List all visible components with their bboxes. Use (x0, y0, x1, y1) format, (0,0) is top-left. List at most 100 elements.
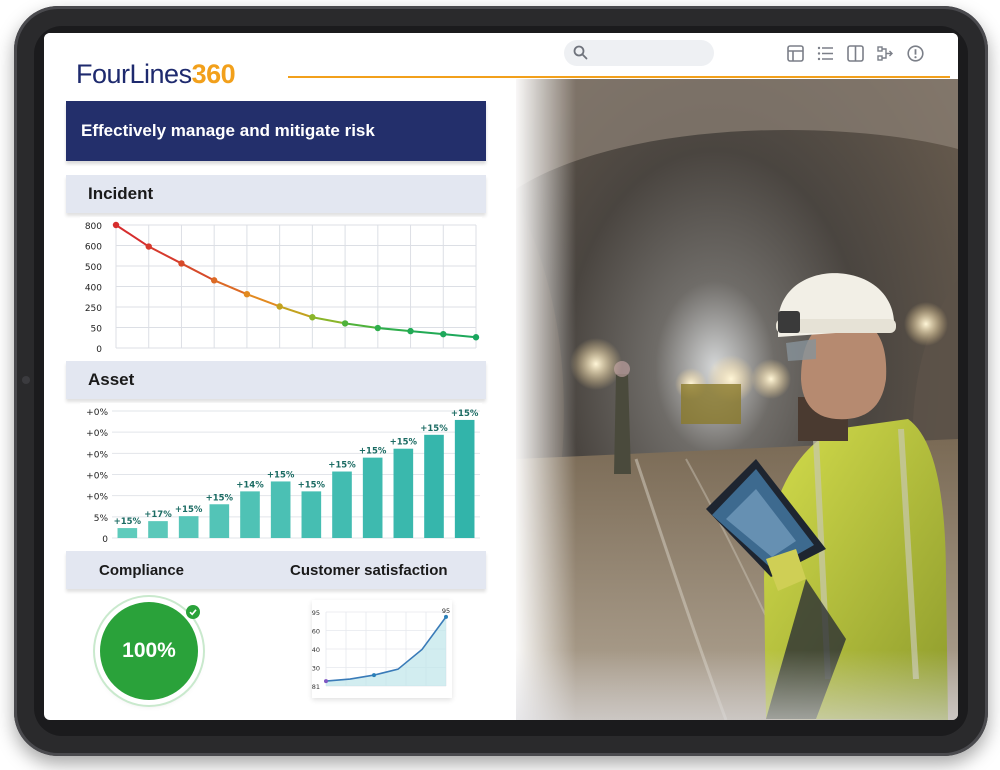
asset-bar-chart: +0%+0%+0%+0%+0%5%0+15%+17% +15%+15%+14%+1… (86, 408, 480, 545)
incident-point (309, 314, 316, 321)
asset-y-tick: +0% (86, 408, 108, 418)
incident-point (178, 260, 185, 267)
asset-y-tick: 5% (94, 514, 109, 524)
compliance-label: Compliance (99, 562, 185, 579)
cs-point (444, 614, 448, 619)
incident-line-chart: 800600500400250500 (85, 221, 480, 355)
asset-data-label: +15% (114, 517, 142, 527)
camera-dot (22, 376, 30, 384)
incident-y-tick: 600 (85, 243, 102, 253)
cs-y-tick: 81 (312, 683, 320, 691)
incident-line-segment (279, 305, 313, 319)
cs-y-tick: 40 (312, 646, 320, 654)
customer-satisfaction-label: Customer satisfaction (290, 562, 448, 579)
info-icon[interactable] (904, 42, 926, 64)
asset-chart-panel: +0% +0% +0% +0% +0% 5% 0 +15% +17% +15% +15% +14% +1… (80, 403, 482, 547)
incident-point (440, 330, 447, 338)
incident-point (407, 327, 414, 335)
asset-title: Asset (88, 370, 135, 389)
compliance-gauge: 100% (100, 602, 198, 700)
asset-y-tick: 0 (102, 535, 108, 545)
asset-bar (117, 528, 138, 538)
incident-point (374, 324, 382, 332)
cs-point (324, 679, 328, 684)
asset-y-tick: +0% (86, 472, 108, 482)
asset-y-tick: +0% (86, 429, 108, 439)
asset-bar (362, 457, 383, 538)
asset-bar (178, 516, 199, 538)
incident-point (341, 320, 349, 327)
asset-y-tick: +0% (86, 450, 108, 460)
incident-point (145, 243, 152, 250)
cs-end-label: 95 (442, 607, 450, 615)
cs-y-tick: 60 (312, 628, 320, 636)
incident-line-segment (213, 279, 248, 296)
flow-icon[interactable] (874, 42, 896, 64)
incident-point (243, 290, 251, 298)
customer-satisfaction-chart-panel: 95 60 40 30 81 95 (312, 600, 452, 698)
incident-chart-panel: 800 600 500 400 250 50 0 (80, 217, 482, 357)
incident-y-tick: 50 (91, 325, 103, 335)
cs-point (372, 673, 376, 678)
incident-point (472, 334, 480, 341)
asset-bar (148, 521, 168, 538)
asset-y-tick: +0% (86, 493, 108, 503)
columns-icon[interactable] (844, 42, 866, 64)
asset-data-label: +14% (236, 480, 264, 490)
asset-bar (424, 434, 444, 538)
incident-line-segment (443, 333, 477, 339)
asset-data-label: +15% (267, 470, 295, 480)
incident-line-segment (410, 330, 444, 336)
asset-bar (240, 491, 260, 538)
incident-header: Incident (66, 175, 486, 213)
incident-y-tick: 800 (85, 222, 102, 232)
photo-bottom-fade (516, 650, 958, 720)
header-divider (288, 76, 950, 78)
asset-data-label: +17% (144, 510, 172, 520)
incident-point (210, 277, 218, 284)
asset-bar (301, 491, 322, 538)
asset-data-label: +15% (206, 493, 234, 503)
asset-bar (393, 448, 414, 538)
list-icon[interactable] (814, 42, 836, 64)
kpi-header: Compliance Customer satisfaction (66, 551, 486, 589)
search-icon (573, 45, 588, 60)
asset-bar (454, 419, 475, 538)
asset-data-label: +15% (420, 424, 448, 434)
cs-y-tick: 95 (312, 609, 320, 617)
asset-bar (270, 481, 291, 538)
incident-y-tick: 500 (85, 263, 102, 273)
toolbar-icons (784, 42, 926, 64)
incident-y-tick: 250 (85, 304, 102, 314)
incident-point (112, 221, 120, 229)
asset-data-label: +15% (328, 461, 356, 471)
asset-bar (332, 471, 352, 538)
asset-bar (209, 504, 230, 538)
asset-data-label: +15% (175, 505, 203, 515)
asset-data-label: +15% (298, 480, 326, 490)
asset-data-label: +15% (451, 409, 479, 419)
incident-title: Incident (88, 184, 154, 203)
asset-data-label: +15% (390, 438, 418, 448)
incident-line-segment (312, 316, 346, 325)
asset-header: Asset (66, 361, 486, 399)
incident-y-tick: 400 (85, 284, 102, 294)
headline-banner: Effectively manage and mitigate risk (66, 101, 486, 161)
incident-line-segment (115, 224, 150, 248)
app-screen: FourLines360 Effectively manage and miti… (44, 33, 958, 720)
customer-satisfaction-line-chart: 95 60 40 30 81 95 (312, 607, 450, 691)
photo-left-fade (516, 79, 576, 720)
check-icon (186, 605, 200, 619)
logo-number-text: 360 (191, 59, 236, 89)
cs-y-tick: 30 (312, 665, 320, 673)
mine-worker-illustration (516, 79, 958, 720)
incident-line-segment (377, 327, 411, 333)
incident-y-tick: 0 (96, 345, 102, 355)
compliance-value: 100% (122, 639, 176, 662)
layout-grid-icon[interactable] (784, 42, 806, 64)
asset-data-label: +15% (359, 447, 387, 457)
brand-logo: FourLines360 (76, 59, 236, 90)
search-input[interactable] (564, 40, 714, 66)
incident-point (276, 303, 283, 310)
hero-photo (516, 79, 958, 720)
